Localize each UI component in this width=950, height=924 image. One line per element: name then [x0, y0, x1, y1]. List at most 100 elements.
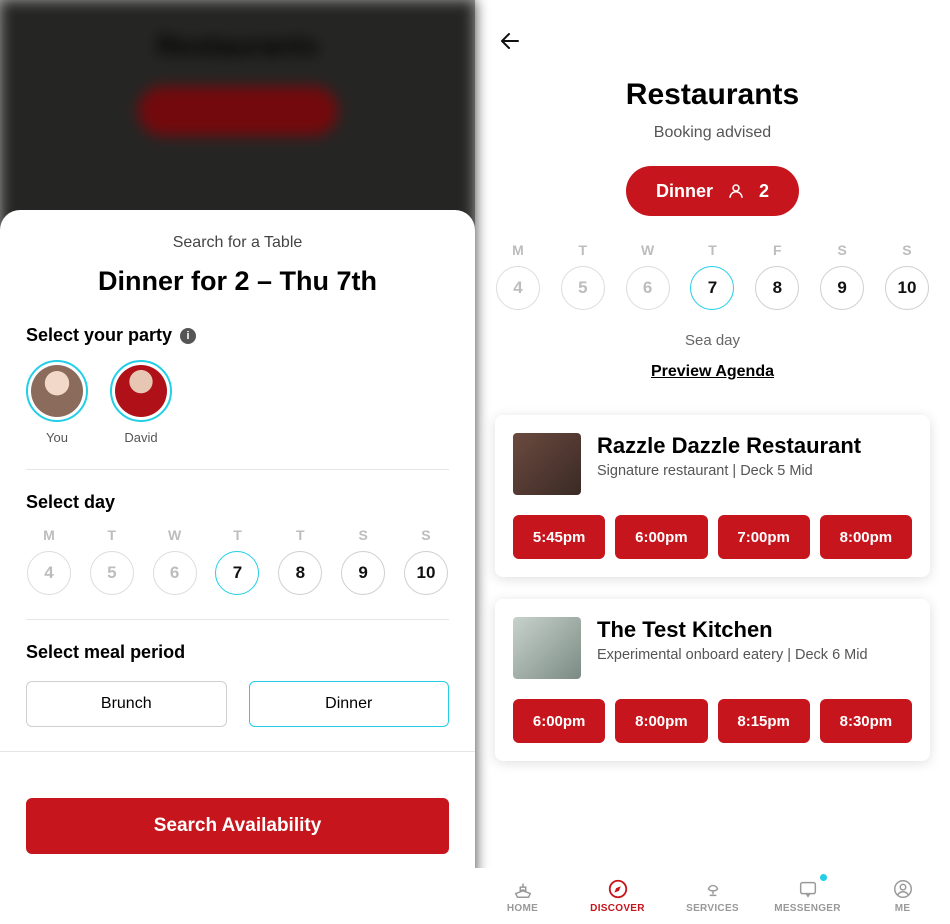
- search-availability-button[interactable]: Search Availability: [26, 798, 449, 854]
- nav-me[interactable]: ME: [855, 868, 950, 924]
- person-icon: [727, 182, 745, 200]
- card-header: The Test Kitchen Experimental onboard eat…: [513, 617, 912, 679]
- time-slot[interactable]: 8:30pm: [820, 699, 912, 743]
- day-number: 8: [278, 551, 322, 595]
- restaurant-card[interactable]: Razzle Dazzle RestaurantSignature restau…: [495, 415, 930, 577]
- meal-period-brunch[interactable]: Brunch: [26, 681, 227, 727]
- preview-agenda-link[interactable]: Preview Agenda: [495, 363, 930, 381]
- time-slot[interactable]: 8:00pm: [615, 699, 707, 743]
- day-option[interactable]: S9: [340, 527, 386, 595]
- search-sheet-pane: Restaurants Search for a Table Dinner fo…: [0, 0, 475, 924]
- day-number: 6: [626, 266, 670, 310]
- nav-services[interactable]: SERVICES: [665, 868, 760, 924]
- day-option[interactable]: W6: [152, 527, 198, 595]
- pill-count: 2: [759, 181, 769, 202]
- back-button[interactable]: [495, 26, 525, 56]
- restaurant-meta: Experimental onboard eatery | Deck 6 Mid: [597, 647, 868, 663]
- avatar: [31, 365, 83, 417]
- divider: [26, 619, 449, 620]
- time-slot[interactable]: 6:00pm: [513, 699, 605, 743]
- day-option[interactable]: T5: [89, 527, 135, 595]
- day-letter: S: [421, 527, 430, 543]
- day-option[interactable]: W6: [625, 242, 671, 310]
- info-icon[interactable]: i: [180, 328, 196, 344]
- bottom-sheet: Search for a Table Dinner for 2 – Thu 7t…: [0, 210, 475, 924]
- sheet-title: Dinner for 2 – Thu 7th: [26, 266, 449, 297]
- compass-icon: [607, 878, 629, 900]
- time-slot[interactable]: 7:00pm: [718, 515, 810, 559]
- time-slot-row: 5:45pm6:00pm7:00pm8:00pm: [513, 515, 912, 559]
- party-member-you[interactable]: You: [26, 360, 88, 445]
- chat-icon: [797, 878, 819, 900]
- sheet-subtitle: Search for a Table: [26, 234, 449, 252]
- day-number: 10: [885, 266, 929, 310]
- day-option[interactable]: F8: [754, 242, 800, 310]
- day-option[interactable]: S 10: [884, 242, 930, 310]
- party-name: You: [46, 430, 68, 445]
- day-letter: S: [902, 242, 911, 258]
- restaurant-list: Razzle Dazzle RestaurantSignature restau…: [495, 415, 930, 761]
- nav-home[interactable]: HOME: [475, 868, 570, 924]
- page-title: Restaurants: [495, 78, 930, 112]
- ship-icon: [512, 878, 534, 900]
- day-option[interactable]: T7: [214, 527, 260, 595]
- avatar: [115, 365, 167, 417]
- avatar-ring: [26, 360, 88, 422]
- day-number: 4: [496, 266, 540, 310]
- time-slot-row: 6:00pm8:00pm8:15pm8:30pm: [513, 699, 912, 743]
- time-slot[interactable]: 5:45pm: [513, 515, 605, 559]
- day-letter: T: [233, 527, 242, 543]
- day-letter: S: [358, 527, 367, 543]
- day-number: 5: [90, 551, 134, 595]
- time-slot[interactable]: 8:15pm: [718, 699, 810, 743]
- search-label: Search Availability: [154, 815, 322, 837]
- select-party-label: Select your party i: [26, 325, 449, 346]
- day-option[interactable]: T7: [689, 242, 735, 310]
- day-number: 4: [27, 551, 71, 595]
- day-letter: T: [296, 527, 305, 543]
- day-letter: M: [43, 527, 55, 543]
- pill-meal: Dinner: [656, 181, 713, 202]
- divider: [26, 469, 449, 470]
- meal-period-row: Brunch Dinner: [26, 681, 449, 727]
- party-member-david[interactable]: David: [110, 360, 172, 445]
- restaurants-pane: Restaurants Booking advised Dinner 2 M4T…: [475, 0, 950, 924]
- day-option[interactable]: S9: [819, 242, 865, 310]
- party-name: David: [124, 430, 157, 445]
- day-letter: T: [108, 527, 117, 543]
- day-letter: M: [512, 242, 524, 258]
- day-option[interactable]: M4: [495, 242, 541, 310]
- day-letter: S: [837, 242, 846, 258]
- day-letter: T: [579, 242, 588, 258]
- day-number: 8: [755, 266, 799, 310]
- day-number: 6: [153, 551, 197, 595]
- day-number: 7: [215, 551, 259, 595]
- day-number: 9: [820, 266, 864, 310]
- nav-messenger[interactable]: MESSENGER: [760, 868, 855, 924]
- select-meal-label: Select meal period: [26, 642, 449, 663]
- time-slot[interactable]: 8:00pm: [820, 515, 912, 559]
- nav-label: ME: [895, 903, 911, 914]
- day-option[interactable]: T5: [560, 242, 606, 310]
- nav-label: HOME: [507, 903, 538, 914]
- arrow-left-icon: [498, 29, 522, 53]
- day-option[interactable]: S10: [403, 527, 449, 595]
- nav-label: SERVICES: [686, 903, 739, 914]
- restaurant-thumb: [513, 433, 581, 495]
- party-row: You David: [26, 360, 449, 445]
- restaurant-name: Razzle Dazzle Restaurant: [597, 433, 861, 459]
- nav-discover[interactable]: DISCOVER: [570, 868, 665, 924]
- page-subtitle: Booking advised: [495, 124, 930, 142]
- time-slot[interactable]: 6:00pm: [615, 515, 707, 559]
- avatar-ring: [110, 360, 172, 422]
- card-header: Razzle Dazzle RestaurantSignature restau…: [513, 433, 912, 495]
- day-option[interactable]: M4: [26, 527, 72, 595]
- day-strip: M4T5W6T7F8S9S10: [495, 242, 930, 310]
- nav-label: MESSENGER: [774, 903, 841, 914]
- restaurant-name: The Test Kitchen: [597, 617, 868, 643]
- restaurant-card[interactable]: The Test Kitchen Experimental onboard eat…: [495, 599, 930, 761]
- day-option[interactable]: T8: [277, 527, 323, 595]
- lamp-icon: [702, 878, 724, 900]
- meal-period-dinner[interactable]: Dinner: [249, 681, 450, 727]
- meal-party-pill[interactable]: Dinner 2: [626, 166, 799, 216]
